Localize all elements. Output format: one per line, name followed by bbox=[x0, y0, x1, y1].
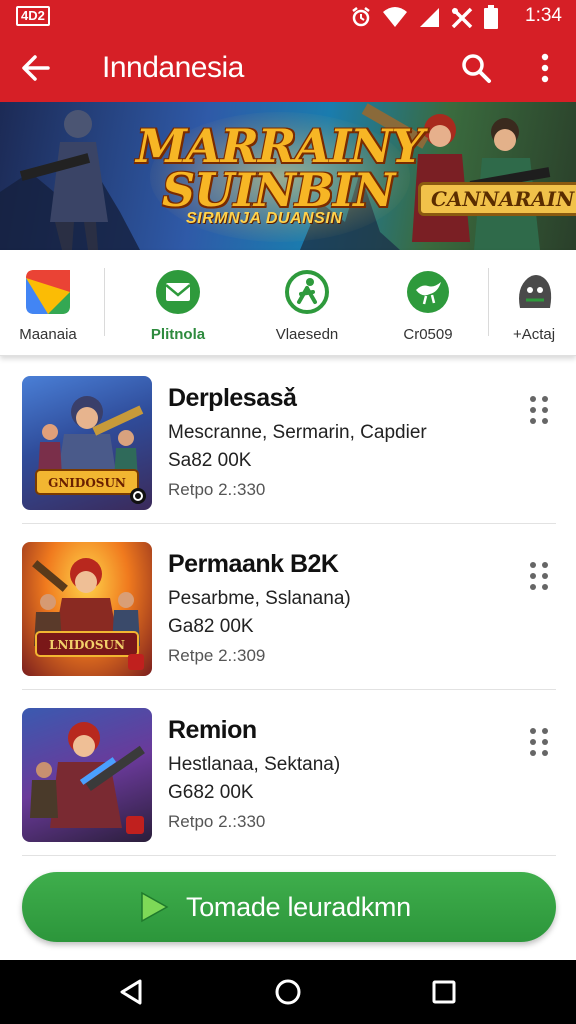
primary-action-button[interactable]: Tomade leuradkmn bbox=[22, 872, 556, 942]
app-size: G682 00K bbox=[168, 782, 254, 803]
app-version: Retpe 2.:309 bbox=[168, 646, 266, 665]
more-vert-icon bbox=[541, 53, 549, 83]
item-menu-button[interactable] bbox=[522, 558, 556, 592]
alarm-icon bbox=[352, 7, 370, 27]
category-label: +Actaj bbox=[512, 326, 556, 343]
banner-title-line2: SUINBIN bbox=[162, 163, 395, 217]
category-item-1[interactable]: Maanaia bbox=[0, 268, 96, 344]
status-icons bbox=[350, 4, 498, 30]
app-title: Permaank B2K bbox=[168, 550, 339, 578]
green-figure-icon bbox=[283, 268, 331, 316]
back-button[interactable] bbox=[18, 50, 54, 86]
drag-dots-icon bbox=[522, 392, 556, 428]
nav-home-button[interactable] bbox=[272, 976, 304, 1008]
app-size: Ga82 00K bbox=[168, 616, 254, 637]
nav-back-button[interactable] bbox=[116, 976, 148, 1008]
drag-dots-icon bbox=[522, 558, 556, 594]
banner-title: MARRAINY SUINBIN bbox=[136, 119, 424, 217]
category-label: Vlaesedn bbox=[275, 326, 339, 343]
banner-subtitle: SIRMNJA DUANSIN bbox=[186, 210, 343, 227]
play-icon bbox=[141, 891, 169, 923]
page-title: Inndanesia bbox=[102, 51, 244, 84]
thumb-label: GNIDOSUN bbox=[48, 476, 126, 490]
search-button[interactable] bbox=[458, 50, 494, 86]
app-version: Retpo 2.:330 bbox=[168, 812, 266, 831]
app-thumbnail bbox=[22, 708, 152, 842]
item-menu-button[interactable] bbox=[522, 392, 556, 426]
list-item[interactable]: Remion Hestlanaa, Sektana) G682 00K Retp… bbox=[22, 692, 556, 856]
banner-tag: CANNARAIN bbox=[418, 182, 576, 216]
primary-action-label: Tomade leuradkmn bbox=[186, 892, 411, 922]
back-triangle-icon bbox=[120, 979, 142, 1005]
status-badge: 4D2 bbox=[16, 6, 50, 26]
category-label: Plitnola bbox=[150, 326, 206, 343]
nav-recents-button[interactable] bbox=[428, 976, 460, 1008]
drag-dots-icon bbox=[522, 724, 556, 760]
app-version: Retpo 2.:330 bbox=[168, 480, 266, 499]
back-arrow-icon bbox=[22, 55, 50, 81]
app-title: Derplesasǎ bbox=[168, 384, 297, 412]
overflow-menu-button[interactable] bbox=[528, 50, 562, 86]
app-description: Hestlanaa, Sektana) bbox=[168, 754, 341, 775]
app-description: Mescranne, Sermarin, Capdier bbox=[168, 422, 427, 443]
divider bbox=[488, 268, 489, 336]
tools-icon bbox=[451, 7, 473, 28]
app-size: Sa82 00K bbox=[168, 450, 252, 471]
category-item-2[interactable]: Plitnola bbox=[130, 268, 226, 344]
status-bar: 4D2 1:34 bbox=[0, 0, 576, 34]
category-item-3[interactable]: Vlaesedn bbox=[259, 268, 355, 344]
wifi-icon bbox=[383, 7, 407, 27]
app-thumbnail: LNIDOSUN bbox=[22, 542, 152, 676]
category-item-5[interactable]: +Actaj bbox=[492, 268, 576, 344]
list-item[interactable]: LNIDOSUN Permaank B2K Pesarbme, Sslanana… bbox=[22, 526, 556, 690]
app-bar: Inndanesia bbox=[0, 34, 576, 102]
category-row: Maanaia Plitnola Vlaesedn Cr0509 +Actaj bbox=[0, 250, 576, 356]
category-label: Maanaia bbox=[19, 326, 77, 343]
search-icon bbox=[462, 54, 491, 83]
recents-square-icon bbox=[432, 980, 456, 1004]
hero-banner[interactable]: MARRAINY SUINBIN SIRMNJA DUANSIN CANNARA… bbox=[0, 102, 576, 250]
home-circle-icon bbox=[275, 979, 301, 1005]
item-menu-button[interactable] bbox=[522, 724, 556, 758]
dark-creature-icon bbox=[510, 268, 558, 316]
system-nav-bar bbox=[0, 960, 576, 1024]
app-title: Remion bbox=[168, 716, 257, 744]
list-item[interactable]: GNIDOSUN Derplesasǎ Mescranne, Sermarin,… bbox=[22, 360, 556, 524]
clock: 1:34 bbox=[525, 5, 562, 26]
green-envelope-icon bbox=[154, 268, 202, 316]
divider bbox=[104, 268, 105, 336]
category-item-4[interactable]: Cr0509 bbox=[380, 268, 476, 344]
category-label: Cr0509 bbox=[403, 326, 453, 343]
green-bird-icon bbox=[404, 268, 452, 316]
app-description: Pesarbme, Sslanana) bbox=[168, 588, 351, 609]
app-thumbnail: GNIDOSUN bbox=[22, 376, 152, 510]
banner-title-line1: MARRAINY bbox=[136, 119, 424, 173]
thumb-label: LNIDOSUN bbox=[49, 638, 125, 652]
colorful-square-icon bbox=[24, 268, 72, 316]
battery-icon bbox=[484, 5, 498, 29]
signal-icon bbox=[420, 8, 439, 27]
